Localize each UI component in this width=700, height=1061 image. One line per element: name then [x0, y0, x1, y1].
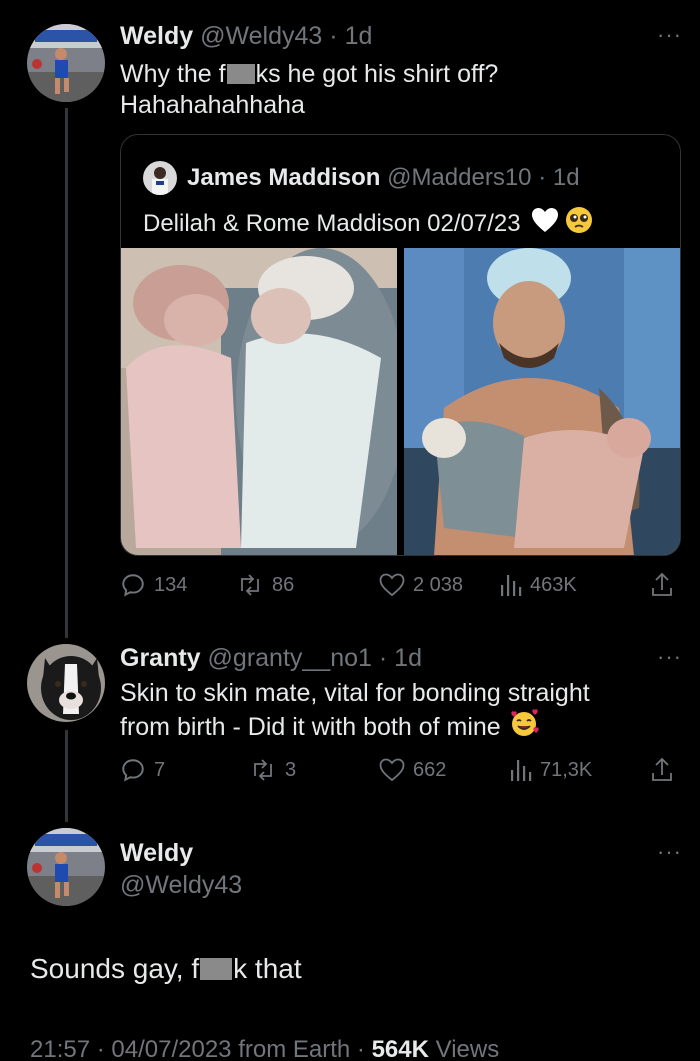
tweet-text: Sounds gay, fk that [30, 953, 302, 984]
tweet-weldy-focused[interactable]: Weldy @Weldy43 ··· Sounds gay, fk that [0, 810, 700, 1061]
retweet-button[interactable]: 3 [249, 753, 296, 787]
pleading-face-emoji [565, 206, 593, 241]
quoted-tweet[interactable]: James Maddison @Madders10 · 1d Delilah &… [120, 134, 681, 556]
like-button[interactable]: 662 [379, 753, 446, 787]
quote-timestamp[interactable]: 1d [553, 164, 580, 192]
author-name[interactable]: Weldy [120, 839, 193, 867]
photo-babies[interactable] [121, 248, 397, 555]
views-total: 564K [371, 1036, 429, 1061]
views-icon [500, 573, 522, 597]
more-icon[interactable]: ··· [657, 839, 682, 865]
separator: · [378, 644, 388, 672]
quote-text: Delilah & Rome Maddison 02/07/23 [143, 209, 521, 237]
avatar-maddison[interactable] [143, 161, 177, 195]
heart-icon [379, 573, 405, 597]
tweet-meta-footer: 21:57 · 04/07/2023 from Earth · 564K Vie… [30, 1036, 500, 1061]
more-icon[interactable]: ··· [657, 22, 682, 48]
tweet-date[interactable]: 04/07/2023 [111, 1036, 231, 1061]
views-count: 463K [530, 573, 577, 596]
reply-icon [120, 757, 146, 783]
tweet-source: from Earth [238, 1036, 351, 1061]
tweet-text: Skin to skin mate, vital for bonding str… [120, 678, 590, 745]
views-label: Views [435, 1036, 500, 1061]
views-icon [510, 758, 532, 782]
views-button[interactable]: 463K [500, 568, 577, 602]
action-bar: 7 3 662 71,3K [120, 753, 680, 787]
reply-button[interactable]: 7 [120, 753, 165, 787]
views-count: 71,3K [540, 758, 593, 781]
action-bar: 134 86 2 038 463K [120, 568, 680, 602]
reply-icon [120, 572, 146, 598]
share-icon [650, 572, 674, 598]
reply-count: 134 [154, 573, 188, 596]
retweet-button[interactable]: 86 [236, 568, 294, 602]
more-icon[interactable]: ··· [657, 644, 682, 670]
quote-author-handle[interactable]: @Madders10 [387, 164, 531, 192]
author-handle[interactable]: @Weldy43 [200, 22, 322, 50]
reply-button[interactable]: 134 [120, 568, 187, 602]
avatar-granty[interactable] [27, 644, 105, 722]
quote-separator: · [538, 164, 547, 191]
author-name[interactable]: Granty [120, 644, 201, 672]
quote-author-name[interactable]: James Maddison [187, 164, 380, 192]
tweet-granty[interactable]: Granty @granty__no1 · 1d ··· Skin to ski… [0, 620, 700, 810]
heart-icon [379, 758, 405, 782]
separator: · [329, 22, 338, 50]
author-handle[interactable]: @granty__no1 [208, 644, 372, 672]
author-handle[interactable]: @Weldy43 [120, 871, 242, 899]
white-heart-emoji [531, 207, 559, 240]
views-button[interactable]: 71,3K [510, 753, 592, 787]
author-name[interactable]: Weldy [120, 22, 193, 50]
reply-count: 7 [154, 758, 166, 781]
tweet-text: Why the f ks he got his shirt off? Hahaha… [120, 60, 499, 119]
tweet-time[interactable]: 21:57 [30, 1036, 90, 1061]
share-button[interactable] [650, 568, 674, 602]
censor-block [200, 958, 233, 980]
smiling-face-with-hearts-emoji [509, 709, 539, 745]
avatar-weldy[interactable] [27, 828, 105, 906]
censor-block [226, 64, 255, 84]
like-count: 2 038 [413, 573, 464, 596]
retweet-count: 86 [272, 573, 295, 596]
tweet-weldy[interactable]: Weldy @Weldy43 · 1d ··· Why the f ks he g… [0, 0, 700, 620]
share-icon [650, 757, 674, 783]
avatar-weldy[interactable] [27, 24, 105, 102]
retweet-icon [249, 757, 277, 783]
share-button[interactable] [650, 753, 674, 787]
like-count: 662 [413, 758, 447, 781]
retweet-icon [236, 572, 264, 598]
like-button[interactable]: 2 038 [379, 568, 463, 602]
photo-maddison-holding-babies[interactable] [404, 248, 680, 555]
timestamp[interactable]: 1d [394, 644, 422, 672]
retweet-count: 3 [285, 758, 297, 781]
timestamp[interactable]: 1d [345, 22, 373, 50]
